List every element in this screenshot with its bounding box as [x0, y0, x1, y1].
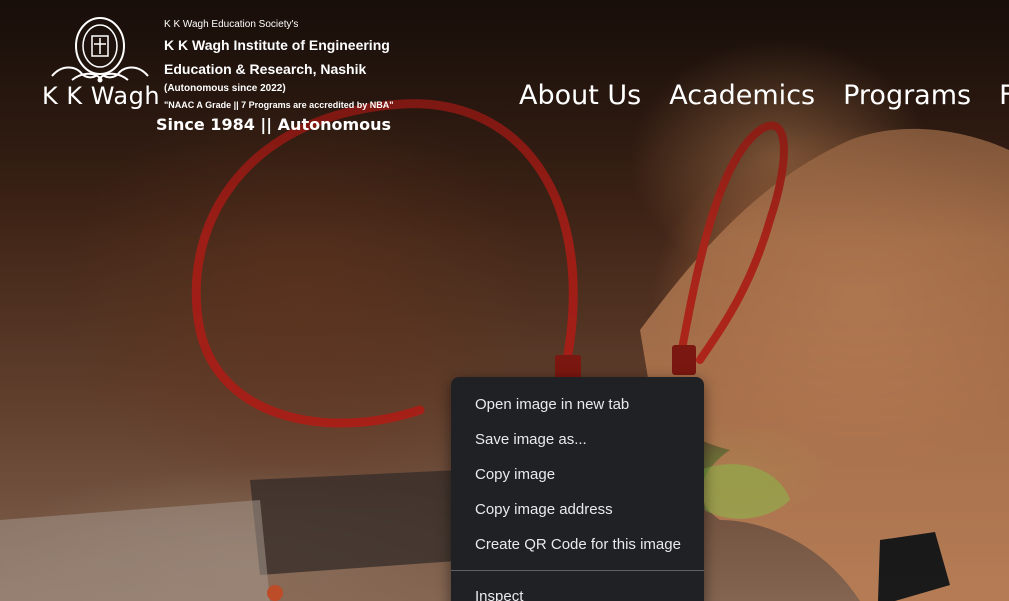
- nav-about-us[interactable]: About Us: [519, 78, 641, 114]
- context-menu: Open image in new tab Save image as... C…: [451, 377, 704, 601]
- menu-save-image-as[interactable]: Save image as...: [451, 422, 704, 457]
- menu-inspect[interactable]: Inspect: [451, 579, 704, 601]
- page: K K Wagh K K Wagh Education Society's K …: [0, 0, 1009, 601]
- society-name: K K Wagh Education Society's: [164, 19, 299, 30]
- institute-name-line2: Education & Research, Nashik: [164, 61, 367, 77]
- ticker-text: Since 1984 || Autonomous Since 2022: [156, 115, 394, 134]
- menu-copy-image-address[interactable]: Copy image address: [451, 492, 704, 527]
- main-nav: About Us Academics Programs Faculty: [519, 78, 1009, 114]
- menu-separator: [451, 570, 704, 571]
- nav-programs[interactable]: Programs: [843, 78, 971, 114]
- institute-title-block: K K Wagh Education Society's K K Wagh In…: [164, 18, 393, 112]
- menu-copy-image[interactable]: Copy image: [451, 457, 704, 492]
- autonomous-note: (Autonomous since 2022): [164, 83, 286, 94]
- nav-academics[interactable]: Academics: [669, 78, 815, 114]
- ticker-marquee: Since 1984 || Autonomous Since 2022: [156, 114, 394, 138]
- nav-faculty[interactable]: Faculty: [999, 78, 1009, 114]
- institute-logo-icon[interactable]: [42, 14, 158, 84]
- menu-create-qr-code[interactable]: Create QR Code for this image: [451, 527, 704, 562]
- institute-name-line1: K K Wagh Institute of Engineering: [164, 37, 390, 53]
- naac-note: "NAAC A Grade || 7 Programs are accredit…: [164, 100, 394, 110]
- menu-open-image-new-tab[interactable]: Open image in new tab: [451, 387, 704, 422]
- logo-wordmark[interactable]: K K Wagh: [42, 82, 160, 110]
